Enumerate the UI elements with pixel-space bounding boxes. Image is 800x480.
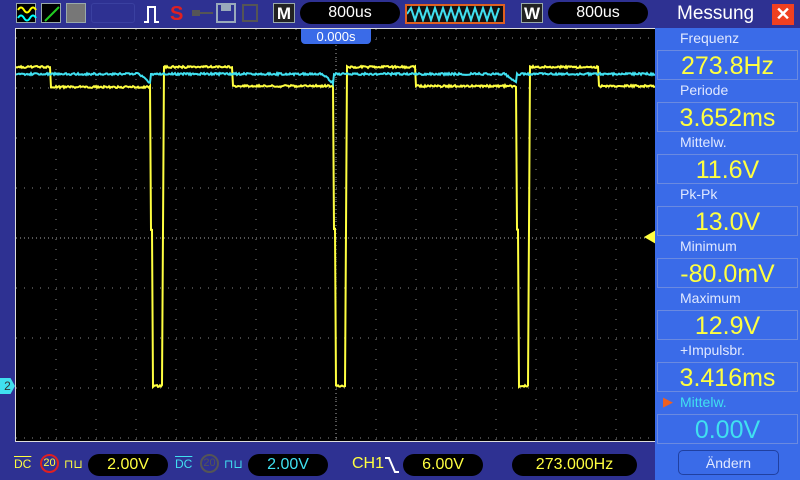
measurement-label: Pk-Pk	[680, 186, 717, 202]
measurement-label: Mittelw.	[680, 134, 727, 150]
measurement-value: 11.6V	[657, 154, 798, 184]
ch1-scale[interactable]: 2.00V	[88, 454, 168, 476]
window-overview[interactable]	[405, 4, 505, 24]
waveform-display[interactable]: 0.000s	[15, 28, 655, 442]
measurement-label: Maximum	[680, 290, 741, 306]
lock-icon	[192, 8, 214, 18]
measurement-value: 3.652ms	[657, 102, 798, 132]
measurement-value: -80.0mV	[657, 258, 798, 288]
waveform-canvas	[16, 29, 655, 442]
ch1-invert-icon: ⊓⊔	[64, 453, 83, 475]
run-state[interactable]: S	[170, 3, 183, 26]
falling-edge-icon	[384, 456, 400, 474]
ch2-invert-icon: ⊓⊔	[224, 453, 243, 475]
measurement-value: 0.00V	[657, 414, 798, 444]
measurement-label: Periode	[680, 82, 728, 98]
measurement-value: 273.8Hz	[657, 50, 798, 80]
measurement-label: Mittelw.	[680, 394, 727, 410]
ch1-coupling[interactable]: DC	[14, 453, 31, 475]
selected-arrow-icon: ▶	[663, 394, 673, 410]
print-icon	[240, 3, 260, 23]
trigger-source[interactable]: CH1	[352, 453, 384, 475]
save-icon[interactable]	[216, 3, 236, 23]
change-button[interactable]: Ändern	[678, 450, 779, 475]
timebase-value[interactable]: 800us	[300, 2, 400, 24]
channels-icon[interactable]	[16, 3, 36, 23]
ch2-scale[interactable]: 2.00V	[248, 454, 328, 476]
ch1-trace	[16, 66, 655, 387]
measurement-panel: Messung ✕ Frequenz 273.8Hz Periode 3.652ms M…	[655, 0, 800, 480]
trigger-level[interactable]: 6.00V	[403, 454, 483, 476]
trigger-time-marker[interactable]: 0.000s	[301, 29, 371, 44]
measurement-value: 12.9V	[657, 310, 798, 340]
xy-icon[interactable]	[41, 3, 61, 23]
close-icon[interactable]: ✕	[772, 4, 794, 25]
measurement-value: 13.0V	[657, 206, 798, 236]
frequency-counter: 273.000Hz	[512, 454, 637, 476]
empty-slot	[91, 3, 135, 23]
persistence-icon[interactable]	[66, 3, 86, 23]
trigger-level-marker[interactable]	[644, 230, 655, 244]
measurement-label: Frequenz	[680, 30, 739, 46]
measurement-label: +Impulsbr.	[680, 342, 745, 358]
ch2-coupling[interactable]: DC	[175, 453, 192, 475]
status-bar: DC 20 ⊓⊔ 2.00V DC 20 ⊓⊔ 2.00V CH1 6.00V …	[0, 448, 655, 480]
ch2-marker[interactable]: 2	[0, 378, 15, 394]
measurement-value: 3.416ms	[657, 362, 798, 392]
window-mode[interactable]: W	[521, 3, 543, 23]
pulse-icon[interactable]	[143, 4, 165, 24]
window-timebase-value[interactable]: 800us	[548, 2, 648, 24]
ch2-trace	[16, 73, 655, 84]
toolbar: S M 800us W 800us	[0, 0, 655, 28]
ch2-bw-limit[interactable]: 20	[200, 454, 219, 473]
measurement-label: Minimum	[680, 238, 737, 254]
ch1-bw-limit[interactable]: 20	[40, 454, 59, 473]
timebase-mode[interactable]: M	[273, 3, 295, 23]
